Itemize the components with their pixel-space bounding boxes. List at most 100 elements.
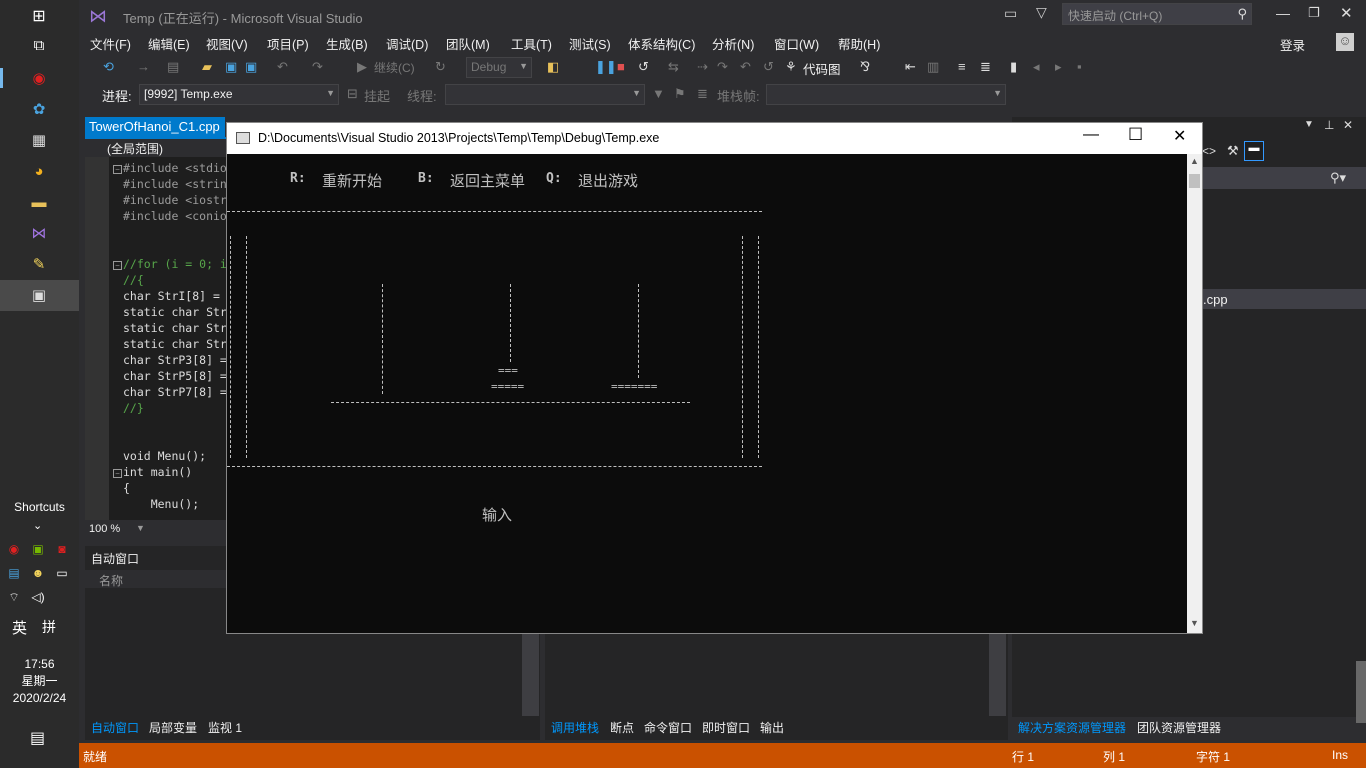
- thread-dropdown[interactable]: ▼: [445, 84, 645, 105]
- solution-scrollbar[interactable]: [1356, 661, 1366, 723]
- menu-project[interactable]: 项目(P): [267, 34, 309, 53]
- ime-mode[interactable]: 拼: [42, 617, 56, 637]
- pin-icon[interactable]: ⊥: [1324, 118, 1334, 132]
- forward-icon[interactable]: →: [137, 59, 150, 74]
- tab-output[interactable]: 输出: [760, 719, 784, 736]
- close-icon[interactable]: ✕: [1173, 126, 1186, 146]
- app-icon[interactable]: ✿: [28, 98, 50, 120]
- codemap-button[interactable]: 代码图: [803, 59, 841, 78]
- hex-icon[interactable]: ⅋: [860, 59, 870, 75]
- task-view-icon[interactable]: ⧉: [28, 34, 50, 56]
- bookmark-next-icon[interactable]: ▸: [1055, 59, 1062, 75]
- quick-launch-input[interactable]: 快速启动 (Ctrl+Q) ⚲: [1062, 3, 1252, 25]
- chevron-down-icon[interactable]: ⌄: [33, 519, 42, 532]
- console-scrollbar[interactable]: ▲ ▼: [1187, 154, 1202, 633]
- tab-command-window[interactable]: 命令窗口: [644, 719, 692, 736]
- tab-callstack[interactable]: 调用堆栈: [551, 719, 599, 736]
- menu-edit[interactable]: 编辑(E): [148, 34, 190, 53]
- uncomment-icon[interactable]: ≣: [980, 59, 991, 75]
- menu-help[interactable]: 帮助(H): [838, 34, 880, 53]
- stackframe-icon[interactable]: ≣: [697, 86, 708, 102]
- comment-icon[interactable]: ≡: [958, 59, 966, 74]
- step-over-icon[interactable]: ↷: [717, 59, 728, 75]
- close-icon[interactable]: ✕: [1343, 118, 1353, 132]
- search-icon[interactable]: ⚲▾: [1330, 170, 1346, 186]
- menu-build[interactable]: 生成(B): [326, 34, 368, 53]
- new-item-icon[interactable]: ▤: [167, 59, 179, 75]
- ime-lang[interactable]: 英: [12, 617, 27, 638]
- filter-icon[interactable]: ▼: [652, 86, 665, 101]
- maximize-icon[interactable]: ☐: [1128, 125, 1143, 145]
- notepad-icon[interactable]: ✎: [28, 253, 50, 275]
- undo-icon[interactable]: ↶: [277, 59, 288, 75]
- wifi-icon[interactable]: ⌔: [6, 589, 22, 605]
- scope-dropdown[interactable]: (全局范围): [85, 139, 225, 157]
- code-editor[interactable]: − #include <stdio #include <strin #inclu…: [85, 157, 226, 520]
- name-column-header[interactable]: 名称: [99, 572, 123, 589]
- continue-icon[interactable]: ▶: [357, 59, 367, 75]
- console-icon[interactable]: ▣: [28, 284, 50, 306]
- minimize-icon[interactable]: —: [1276, 5, 1290, 21]
- restore-icon[interactable]: ❐: [1308, 5, 1320, 21]
- fold-icon[interactable]: −: [113, 469, 122, 478]
- menu-window[interactable]: 窗口(W): [774, 34, 819, 53]
- stackframe-dropdown[interactable]: ▼: [766, 84, 1006, 105]
- open-icon[interactable]: ▰: [202, 59, 212, 75]
- collapse-icon[interactable]: ▬: [1244, 141, 1264, 161]
- format2-icon[interactable]: ▥: [927, 59, 939, 75]
- console-window[interactable]: D:\Documents\Visual Studio 2013\Projects…: [226, 122, 1203, 634]
- menu-test[interactable]: 测试(S): [569, 34, 611, 53]
- netease-tray-icon[interactable]: ◉: [6, 541, 22, 557]
- clock[interactable]: 17:56 星期一 2020/2/24: [0, 656, 79, 707]
- indicator-margin[interactable]: [85, 157, 109, 520]
- tab-tower-of-hanoi[interactable]: TowerOfHanoi_C1.cpp: [85, 117, 225, 137]
- save-all-icon[interactable]: ▣: [245, 59, 257, 75]
- tab-watch1[interactable]: 监视 1: [208, 719, 242, 736]
- save-icon[interactable]: ▣: [225, 59, 237, 75]
- tab-immediate-window[interactable]: 即时窗口: [702, 719, 750, 736]
- format-icon[interactable]: ⇤: [905, 59, 916, 75]
- step-out-icon[interactable]: ↶: [740, 59, 751, 75]
- step-into-icon[interactable]: ⇢: [697, 59, 708, 75]
- stop-icon[interactable]: ■: [617, 59, 625, 74]
- file-explorer-icon[interactable]: ▬: [28, 191, 50, 213]
- redo-icon[interactable]: ↷: [312, 59, 323, 75]
- qq-icon[interactable]: ☻: [30, 565, 46, 581]
- wrench-icon[interactable]: ⚒: [1227, 143, 1239, 159]
- menu-analyze[interactable]: 分析(N): [712, 34, 754, 53]
- tray-app-icon[interactable]: ▤: [6, 565, 22, 581]
- tab-locals[interactable]: 局部变量: [149, 719, 197, 736]
- menu-view[interactable]: 视图(V): [206, 34, 248, 53]
- config-dropdown[interactable]: Debug ▼: [466, 57, 532, 78]
- locate-icon[interactable]: ◧: [547, 59, 559, 75]
- flag-icon[interactable]: ⚑: [674, 86, 686, 102]
- callstack-scrollbar[interactable]: [989, 632, 1006, 716]
- login-link[interactable]: 登录: [1280, 35, 1317, 54]
- zoom-dropdown[interactable]: 100 % ▼: [85, 521, 226, 539]
- menu-debug[interactable]: 调试(D): [386, 34, 428, 53]
- feedback-icon[interactable]: ▭: [1004, 5, 1017, 22]
- process-dropdown[interactable]: [9992] Temp.exe ▼: [139, 84, 339, 105]
- codemap-icon[interactable]: ⚘: [785, 59, 797, 75]
- console-output[interactable]: R: 重新开始 B: 返回主菜单 Q: 退出游戏 === ===== =====…: [227, 154, 1187, 633]
- scroll-thumb[interactable]: [1189, 174, 1200, 188]
- bookmark-icon[interactable]: ▮: [1010, 59, 1017, 75]
- avatar[interactable]: ☺: [1336, 33, 1354, 51]
- notifications-icon[interactable]: ▤: [30, 728, 45, 748]
- filter-icon[interactable]: ▽: [1036, 4, 1047, 21]
- back-icon[interactable]: ⟲: [103, 59, 114, 75]
- volume-icon[interactable]: ◁): [30, 589, 46, 605]
- menu-architecture[interactable]: 体系结构(C): [628, 34, 695, 53]
- battery-icon[interactable]: ▭: [54, 565, 70, 581]
- refresh-icon[interactable]: ↻: [435, 59, 446, 75]
- menu-file[interactable]: 文件(F): [90, 34, 131, 53]
- menu-team[interactable]: 团队(M): [446, 34, 490, 53]
- nvidia-icon[interactable]: ▣: [30, 541, 46, 557]
- minimize-icon[interactable]: —: [1083, 126, 1099, 144]
- menu-tools[interactable]: 工具(T): [511, 34, 552, 53]
- step-back-icon[interactable]: ↺: [763, 59, 774, 75]
- show-next-icon[interactable]: ⇆: [668, 59, 679, 75]
- close-icon[interactable]: ✕: [1340, 4, 1353, 22]
- scroll-down-icon[interactable]: ▼: [1190, 618, 1199, 628]
- tab-team-explorer[interactable]: 团队资源管理器: [1137, 719, 1221, 736]
